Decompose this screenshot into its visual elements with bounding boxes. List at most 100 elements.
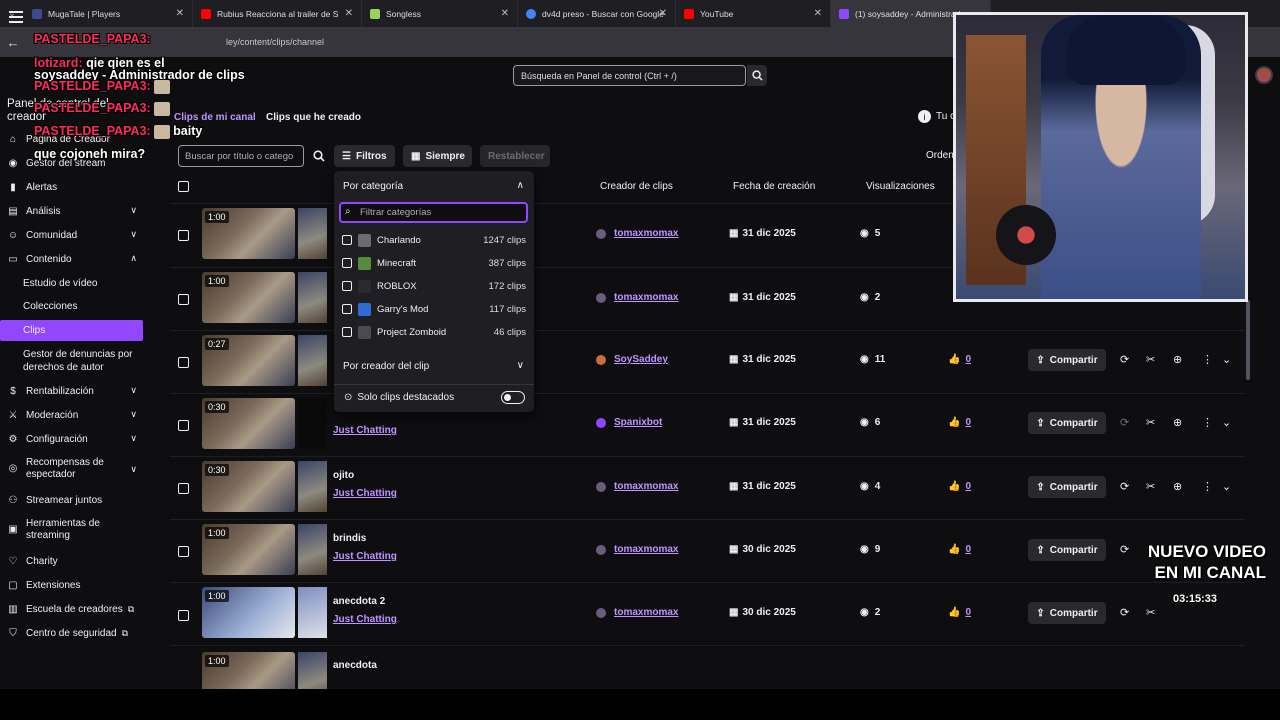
featured-only-toggle[interactable] [501,391,525,404]
back-arrow-icon[interactable]: ← [0,35,26,50]
row-checkbox[interactable] [178,546,189,557]
chevron-down-icon[interactable]: ⌄ [1222,353,1231,366]
select-all-checkbox[interactable] [178,181,189,192]
clip-likes[interactable]: 👍 0 [948,481,971,492]
sidebar-item-monetization[interactable]: $ Rentabilización ∨ [7,385,137,397]
more-options-icon[interactable]: ⋮ [1202,353,1213,366]
info-button[interactable]: i Tu c [918,110,955,123]
category-checkbox[interactable] [342,327,352,337]
close-icon[interactable]: ✕ [501,8,509,19]
menu-icon[interactable] [9,11,23,23]
sidebar-item-content[interactable]: ▭ Contenido ∧ [7,253,137,265]
table-row[interactable]: 1:00 anecdota 2 Just Chatting tomaxmomax… [170,583,1245,646]
column-header-date[interactable]: Fecha de creación [733,181,815,192]
clip-title[interactable]: anecdota 2 [333,596,385,607]
clip-title[interactable]: anecdota [333,660,377,671]
clip-thumbnail[interactable]: 0:30 [202,398,295,449]
download-icon[interactable]: ⊕ [1173,416,1182,429]
date-range-button[interactable]: ▦ Siempre [403,145,472,167]
scissors-icon[interactable]: ✂ [1146,353,1155,366]
category-checkbox[interactable] [342,235,352,245]
chevron-up-icon[interactable]: ∧ [517,180,524,191]
creator-section-header[interactable]: Por creador del clip [343,361,429,372]
sidebar-item-streaming-tools[interactable]: ▣ Herramientas de streaming [7,518,137,542]
browser-tab[interactable]: Rubius Reacciona al trailer de S ✕ [193,0,362,27]
share-button[interactable]: ⇪ Compartir [1028,476,1106,498]
table-row[interactable]: 0:30 ojito Just Chatting tomaxmomax ▦ 31 … [170,457,1245,520]
clip-thumbnail[interactable]: 0:30 [202,461,295,512]
browser-tab[interactable]: dv4d preso - Buscar con Google ✕ [518,0,676,27]
sidebar-item-analytics[interactable]: ▤ Análisis ∨ [7,205,137,217]
sidebar-item-extensions[interactable]: ▢ Extensiones [7,579,137,591]
clip-title[interactable]: ojito [333,470,354,481]
download-icon[interactable]: ⊕ [1173,480,1182,493]
scissors-icon[interactable]: ✂ [1146,606,1155,619]
clip-thumbnail[interactable]: 0:27 [202,335,295,386]
scissors-icon[interactable]: ✂ [1146,480,1155,493]
clip-creator[interactable]: Spanixbot [596,417,662,428]
clip-thumbnail[interactable]: 1:00 [202,272,295,323]
feature-icon[interactable]: ⟳ [1120,353,1129,366]
tab-my-channel-clips[interactable]: Clips de mi canal [174,112,256,123]
search-button[interactable] [747,65,767,86]
category-checkbox[interactable] [342,304,352,314]
browser-tab[interactable]: YouTube ✕ [676,0,831,27]
table-row[interactable]: 0:30 Just Chatting Spanixbot ▦ 31 dic 202… [170,394,1245,457]
clip-creator[interactable]: tomaxmomax [596,292,678,303]
category-search-input[interactable]: ⌕ Filtrar categorías [339,202,528,223]
category-checkbox[interactable] [342,281,352,291]
share-button[interactable]: ⇪ Compartir [1028,349,1106,371]
row-checkbox[interactable] [178,357,189,368]
category-option[interactable]: Charlando 1247 clips [342,231,526,249]
scissors-icon[interactable]: ✂ [1146,416,1155,429]
clip-category[interactable]: Just Chatting [333,551,397,562]
table-row[interactable]: 1:00 brindis Just Chatting tomaxmomax ▦ 3… [170,520,1245,583]
share-button[interactable]: ⇪ Compartir [1028,412,1106,434]
row-checkbox[interactable] [178,483,189,494]
clip-creator[interactable]: tomaxmomax [596,228,678,239]
chevron-down-icon[interactable]: ∨ [517,360,524,371]
clip-category[interactable]: Just Chatting [333,425,397,436]
avatar[interactable] [1255,66,1273,84]
category-option[interactable]: Project Zomboid 46 clips [342,323,526,341]
clip-thumbnail[interactable]: 1:00 [202,587,295,638]
clip-title[interactable]: brindis [333,533,366,544]
feature-icon[interactable]: ⟳ [1120,606,1129,619]
table-row[interactable]: 1:00 anecdota [170,646,1245,689]
sidebar-item-community[interactable]: ☺ Comunidad ∨ [7,229,137,241]
sidebar-item-safety-center[interactable]: ⛉ Centro de seguridad ⧉ [7,627,137,639]
share-button[interactable]: ⇪ Compartir [1028,539,1106,561]
feature-icon[interactable]: ⟳ [1120,416,1129,429]
clip-creator[interactable]: tomaxmomax [596,544,678,555]
chevron-down-icon[interactable]: ⌄ [1222,416,1231,429]
close-icon[interactable]: ✕ [659,8,667,19]
tab-clips-i-made[interactable]: Clips que he creado [266,112,361,123]
download-icon[interactable]: ⊕ [1173,353,1182,366]
more-options-icon[interactable]: ⋮ [1202,480,1213,493]
sidebar-item-creator-school[interactable]: ▥ Escuela de creadores ⧉ [7,603,137,615]
sidebar-item-video-studio[interactable]: Estudio de vídeo [23,277,98,290]
row-checkbox[interactable] [178,294,189,305]
clip-likes[interactable]: 👍 0 [948,607,971,618]
browser-tab[interactable]: Songless ✕ [362,0,518,27]
sidebar-item-settings[interactable]: ⚙ Configuración ∨ [7,433,137,445]
category-option[interactable]: Garry's Mod 117 clips [342,300,526,318]
clip-category[interactable]: Just Chatting [333,614,397,625]
category-option[interactable]: Minecraft 387 clips [342,254,526,272]
browser-tab[interactable]: MugaTale | Players ✕ [24,0,193,27]
feature-icon[interactable]: ⟳ [1120,480,1129,493]
more-options-icon[interactable]: ⋮ [1202,416,1213,429]
sort-label[interactable]: Orden [926,150,954,161]
row-checkbox[interactable] [178,420,189,431]
clip-thumbnail[interactable]: 1:00 [202,524,295,575]
category-option[interactable]: ROBLOX 172 clips [342,277,526,295]
close-icon[interactable]: ✕ [345,8,353,19]
close-icon[interactable]: ✕ [176,8,184,19]
clip-likes[interactable]: 👍 0 [948,354,971,365]
close-icon[interactable]: ✕ [814,8,822,19]
dashboard-search-input[interactable]: Búsqueda en Panel de control (Ctrl + /) [513,65,746,86]
sidebar-item-charity[interactable]: ♡ Charity [7,555,137,567]
clip-likes[interactable]: 👍 0 [948,417,971,428]
table-row[interactable]: 0:27 SoySaddey ▦ 31 dic 2025 ◉ 11 👍 0 ⇪ Comp… [170,331,1245,394]
sidebar-item-stream-together[interactable]: ⚇ Streamear juntos [7,494,137,506]
